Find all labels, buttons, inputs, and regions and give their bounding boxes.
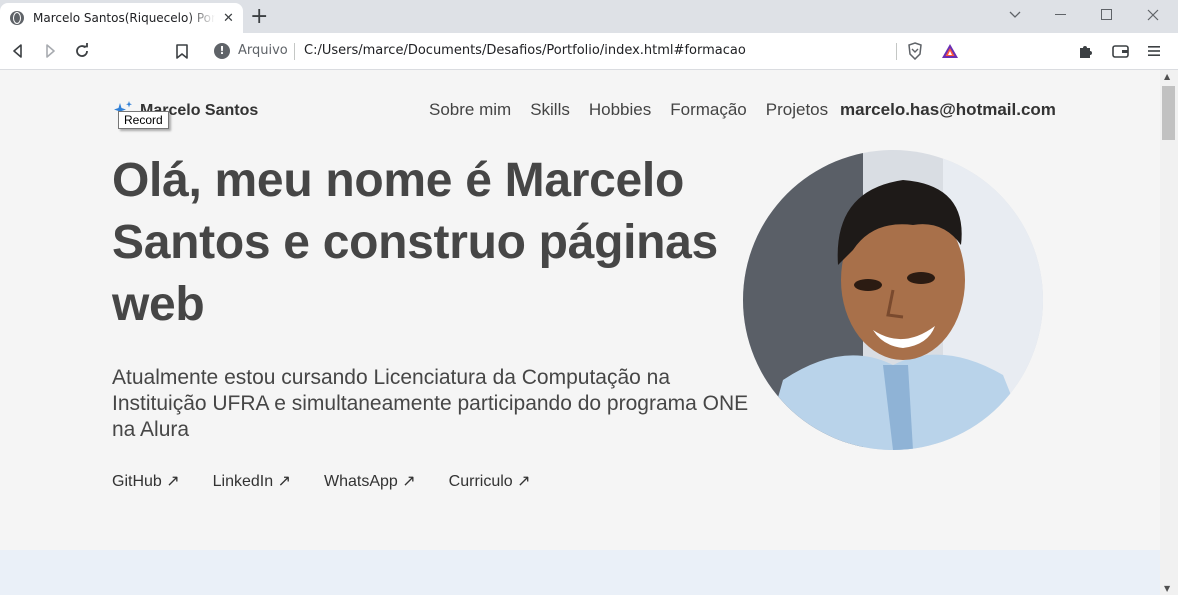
page-viewport: Marcelo Santos Record Sobre mim Skills H… [0,70,1160,595]
next-section [0,550,1160,595]
menu-icon[interactable] [1144,41,1164,61]
main-nav: Sobre mim Skills Hobbies Formação Projet… [429,100,847,120]
forward-arrow-icon[interactable] [40,41,60,61]
email-link[interactable]: marcelo.has@hotmail.com [840,100,1056,120]
new-tab-button[interactable]: + [250,6,268,28]
info-icon[interactable]: ! [214,43,230,59]
brave-shield-icon[interactable] [905,41,925,61]
scroll-up-arrow-icon[interactable]: ▲ [1164,72,1170,81]
address-bar[interactable]: C:/Users/marce/Documents/Desafios/Portfo… [304,43,746,58]
hero-title: Olá, meu nome é Marcelo Santos e constru… [112,154,718,331]
linkedin-link[interactable]: LinkedIn ↗ [213,471,291,491]
browser-toolbar: ! Arquivo C:/Users/marce/Documents/Desaf… [0,33,1178,70]
globe-icon [10,11,24,25]
tab-search-icon[interactable] [992,0,1038,30]
tab-strip: Marcelo Santos(Riquecelo) Portfolio ✕ + [0,0,1178,33]
profile-photo [743,150,1043,450]
github-link[interactable]: GitHub ↗ [112,471,180,491]
hero-description: Atualmente estou cursando Licenciatura d… [112,366,749,441]
vertical-scrollbar[interactable]: ▲ ▼ [1160,70,1178,595]
tab-title: Marcelo Santos(Riquecelo) Portfolio [33,11,215,25]
nav-link-hobbies[interactable]: Hobbies [589,100,651,120]
record-tooltip: Record [118,111,169,129]
close-window-button[interactable] [1130,0,1176,30]
nav-link-projetos[interactable]: Projetos [766,100,828,120]
nav-link-formacao[interactable]: Formação [670,100,747,120]
maximize-button[interactable] [1084,0,1130,30]
address-divider-right [896,43,897,60]
reload-icon[interactable] [72,41,92,61]
nav-link-skills[interactable]: Skills [530,100,570,120]
back-arrow-icon[interactable] [8,41,28,61]
bookmark-icon[interactable] [172,41,192,61]
close-tab-icon[interactable]: ✕ [223,12,234,25]
curriculo-link[interactable]: Curriculo ↗ [449,471,531,491]
scrollbar-thumb[interactable] [1162,86,1175,140]
nav-link-sobre-mim[interactable]: Sobre mim [429,100,511,120]
brave-rewards-icon[interactable] [940,41,960,61]
wallet-icon[interactable] [1110,41,1130,61]
puzzle-icon[interactable] [1076,41,1096,61]
social-links: GitHub ↗ LinkedIn ↗ WhatsApp ↗ Curriculo… [112,471,564,491]
browser-tab[interactable]: Marcelo Santos(Riquecelo) Portfolio ✕ [0,3,243,33]
address-scheme-label: Arquivo [238,43,288,58]
whatsapp-link[interactable]: WhatsApp ↗ [324,471,416,491]
address-divider [294,43,295,60]
minimize-button[interactable] [1038,0,1084,30]
scroll-down-arrow-icon[interactable]: ▼ [1164,584,1170,593]
